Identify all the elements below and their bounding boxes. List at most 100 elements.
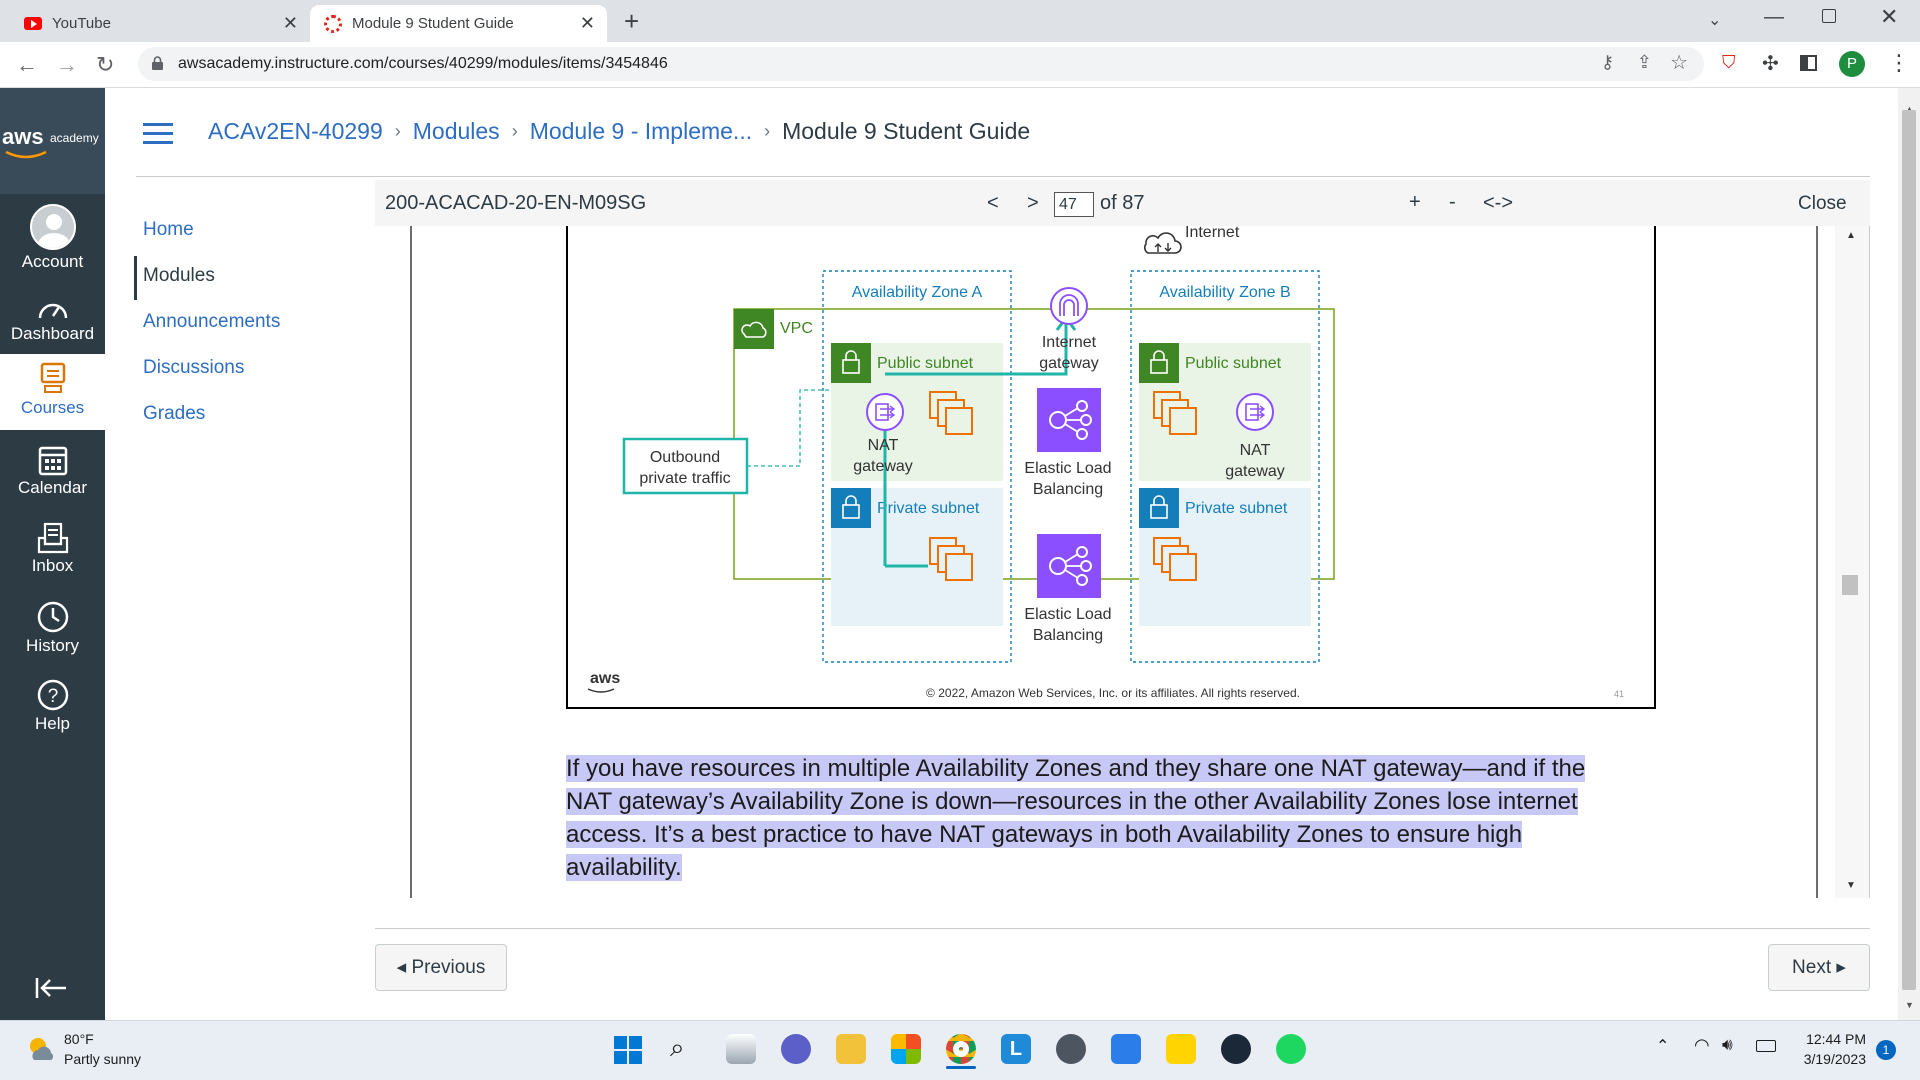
elb-2-label-2: Balancing [1033, 627, 1103, 644]
breadcrumb-modules[interactable]: Modules [413, 118, 500, 145]
dashboard-icon [38, 303, 67, 319]
reload-icon[interactable]: ↻ [96, 52, 114, 78]
weather-temp[interactable]: 80°F [64, 1031, 94, 1047]
teams-chat-icon[interactable] [781, 1034, 811, 1064]
clock-time[interactable]: 12:44 PM [1800, 1031, 1866, 1047]
file-explorer-icon[interactable] [836, 1034, 866, 1064]
course-menu-toggle-icon[interactable] [143, 123, 173, 145]
back-icon[interactable]: ← [16, 52, 38, 78]
previous-page-button[interactable]: < [987, 192, 999, 215]
key-icon[interactable]: ⚷ [1601, 52, 1614, 73]
close-viewer-button[interactable]: Close [1798, 193, 1847, 215]
nav-calendar[interactable]: Calendar [0, 444, 105, 498]
sticky-notes-icon[interactable] [1166, 1034, 1196, 1064]
close-tab-icon[interactable]: ✕ [580, 13, 595, 34]
nat-gateway-b-label-1: NAT [1240, 442, 1271, 459]
svg-text:?: ? [47, 686, 58, 707]
scroll-down-icon[interactable]: ▼ [1905, 1000, 1914, 1010]
account-icon [29, 204, 76, 250]
global-navigation: aws academy Account Dashboard Courses Ca… [0, 88, 105, 1020]
active-app-indicator [946, 1066, 976, 1069]
nav-inbox[interactable]: Inbox [0, 522, 105, 576]
public-subnet-b-label: Public subnet [1185, 355, 1282, 372]
breadcrumb-module[interactable]: Module 9 - Impleme... [530, 118, 752, 145]
slide-number: 41 [1614, 689, 1624, 699]
architecture-slide: Internet VPC Availability Zone A Availab… [566, 224, 1656, 709]
profile-avatar[interactable]: P [1839, 51, 1865, 77]
page-scroll-thumb[interactable] [1902, 110, 1916, 990]
fit-width-button[interactable]: <-> [1483, 192, 1513, 215]
tab-module-guide[interactable]: Module 9 Student Guide ✕ [310, 5, 607, 42]
restore-icon[interactable] [1822, 9, 1836, 23]
aws-academy-logo[interactable]: aws academy [0, 88, 105, 194]
course-nav-modules[interactable]: Modules [143, 265, 215, 287]
nav-courses[interactable]: Courses [0, 354, 105, 430]
forward-icon[interactable]: → [56, 52, 78, 78]
notification-badge[interactable]: 1 [1876, 1040, 1896, 1060]
close-tab-icon[interactable]: ✕ [283, 13, 298, 34]
battery-icon[interactable] [1756, 1040, 1776, 1052]
nav-label: History [26, 636, 79, 655]
previous-button[interactable]: ◂ Previous [375, 944, 507, 991]
nav-help[interactable]: ? Help [0, 678, 105, 734]
scroll-down-icon[interactable]: ▼ [1846, 880, 1856, 891]
next-page-button[interactable]: > [1027, 192, 1039, 215]
side-panel-icon[interactable] [1800, 55, 1817, 71]
tray-overflow-icon[interactable]: ⌃ [1656, 1036, 1669, 1056]
viewer-scrollbar[interactable]: ▲ ▼ [1835, 226, 1869, 898]
next-button[interactable]: Next ▸ [1768, 944, 1870, 991]
chevron-right-icon: › [764, 121, 771, 141]
weather-icon[interactable] [26, 1034, 56, 1064]
history-icon [37, 601, 68, 633]
tab-search-icon[interactable]: ⌄ [1708, 10, 1721, 30]
page-number-input[interactable]: 47 [1054, 192, 1094, 217]
search-icon[interactable]: ⌕ [670, 1032, 685, 1064]
nav-history[interactable]: History [0, 600, 105, 656]
close-window-icon[interactable]: ✕ [1880, 4, 1898, 30]
tab-youtube[interactable]: YouTube ✕ [10, 5, 310, 42]
task-view-icon[interactable] [726, 1034, 756, 1064]
volume-icon[interactable]: 🔊︎ [1722, 1035, 1733, 1055]
browser-menu-icon[interactable]: ⋮ [1888, 50, 1910, 76]
course-nav-discussions[interactable]: Discussions [143, 357, 244, 379]
extensions-puzzle-icon[interactable]: ✣ [1762, 51, 1779, 76]
zoom-in-button[interactable]: + [1409, 191, 1421, 214]
url-field[interactable]: awsacademy.instructure.com/courses/40299… [138, 47, 1704, 81]
nat-gateway-b-label-2: gateway [1225, 463, 1285, 480]
clock-app-icon[interactable] [1056, 1034, 1086, 1064]
share-icon[interactable]: ⇪ [1637, 52, 1652, 73]
chrome-icon[interactable] [946, 1034, 976, 1064]
windows-start-icon[interactable] [614, 1036, 642, 1064]
course-nav-grades[interactable]: Grades [143, 403, 205, 425]
wifi-icon[interactable]: ◠ [1694, 1035, 1710, 1056]
page-scrollbar[interactable]: ▲ ▼ [1898, 88, 1920, 1020]
zoom-out-button[interactable]: - [1449, 191, 1456, 214]
minimize-icon[interactable]: — [1764, 6, 1784, 29]
mail-icon[interactable] [1111, 1034, 1141, 1064]
steam-icon[interactable] [1221, 1034, 1251, 1064]
nav-label: Calendar [18, 478, 87, 497]
chevron-right-icon: › [511, 121, 518, 141]
collapse-nav-icon[interactable] [34, 976, 68, 1000]
course-nav-home[interactable]: Home [143, 219, 194, 241]
breadcrumb-course[interactable]: ACAv2EN-40299 [208, 118, 383, 145]
calendar-icon [38, 446, 67, 476]
az-b-label: Availability Zone B [1159, 284, 1290, 301]
scroll-thumb[interactable] [1842, 575, 1858, 595]
private-subnet-b-label: Private subnet [1185, 500, 1288, 517]
copyright-text: © 2022, Amazon Web Services, Inc. or its… [926, 686, 1300, 700]
extension-shield-icon[interactable]: ⛉ [1722, 52, 1736, 73]
nav-dashboard[interactable]: Dashboard [0, 296, 105, 344]
outbound-label-1: Outbound [650, 449, 720, 466]
lens-app-icon[interactable]: L [1001, 1034, 1031, 1064]
weather-desc[interactable]: Partly sunny [64, 1051, 141, 1067]
new-tab-icon[interactable]: + [624, 6, 639, 37]
course-nav-announcements[interactable]: Announcements [143, 311, 280, 333]
youtube-icon [24, 17, 42, 30]
clock-date[interactable]: 3/19/2023 [1796, 1051, 1866, 1067]
bookmark-star-icon[interactable]: ☆ [1670, 50, 1688, 75]
scroll-up-icon[interactable]: ▲ [1846, 230, 1856, 241]
spotify-icon[interactable] [1276, 1034, 1306, 1064]
nav-account[interactable]: Account [0, 204, 105, 272]
store-icon[interactable] [891, 1034, 921, 1064]
